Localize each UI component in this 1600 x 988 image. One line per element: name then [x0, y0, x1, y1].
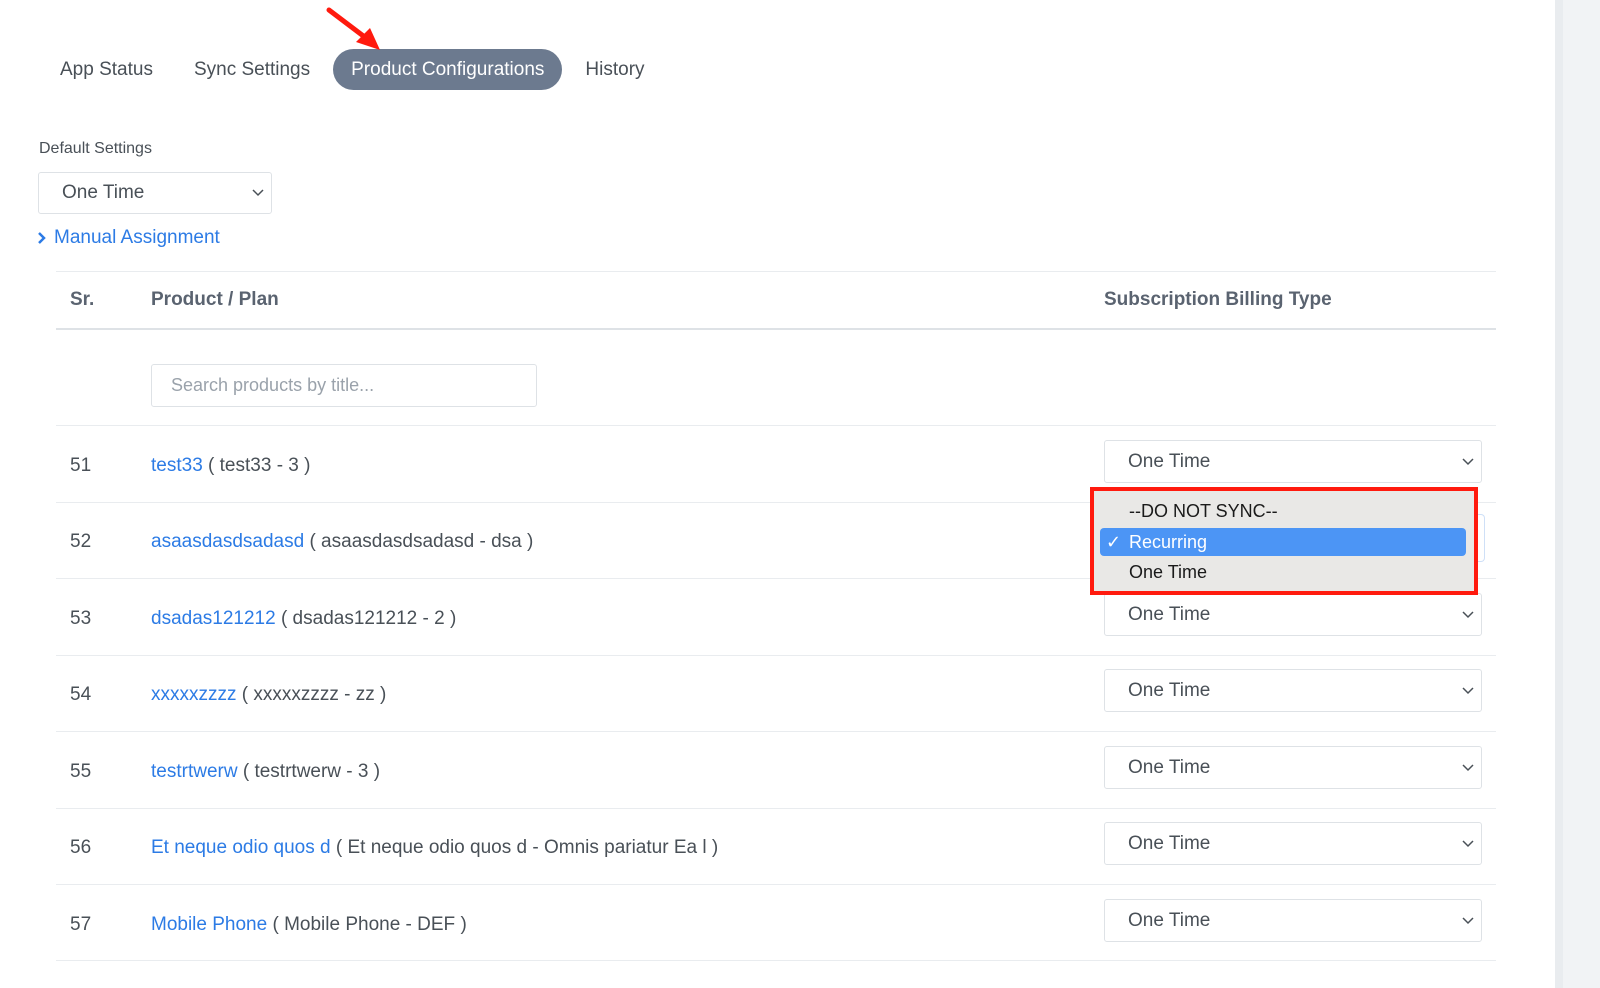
chevron-down-icon [1461, 761, 1475, 775]
product-link[interactable]: Mobile Phone [151, 914, 267, 935]
option-recurring[interactable]: ✓ Recurring [1100, 528, 1466, 556]
row-sr: 56 [70, 837, 92, 858]
billing-type-dropdown-menu: --DO NOT SYNC-- ✓ Recurring One Time [1090, 487, 1478, 595]
row-divider [56, 731, 1496, 732]
chevron-down-icon [1461, 914, 1475, 928]
header-billing-type: Subscription Billing Type [1104, 289, 1332, 310]
billing-type-select[interactable]: One Time [1104, 669, 1482, 712]
row-divider [56, 960, 1496, 961]
header-sr: Sr. [70, 289, 95, 310]
default-settings-select[interactable]: One Time [38, 172, 272, 214]
billing-type-select-focused[interactable] [1478, 514, 1485, 562]
chevron-down-icon [1461, 684, 1475, 698]
row-product: Et neque odio quos d ( Et neque odio quo… [151, 837, 718, 859]
tab-history[interactable]: History [567, 49, 662, 90]
tab-app-status[interactable]: App Status [42, 49, 171, 90]
row-product: Mobile Phone ( Mobile Phone - DEF ) [151, 914, 467, 936]
billing-type-select[interactable]: One Time [1104, 746, 1482, 789]
billing-type-select[interactable]: One Time [1104, 440, 1482, 483]
product-link[interactable]: test33 [151, 455, 203, 476]
billing-type-select[interactable]: One Time [1104, 822, 1482, 865]
scroll-track[interactable] [1563, 0, 1600, 988]
row-sr: 53 [70, 608, 92, 629]
table-top-divider [56, 271, 1496, 272]
row-divider [56, 425, 1496, 426]
option-one-time[interactable]: One Time [1100, 558, 1466, 586]
billing-type-value: One Time [1128, 679, 1211, 701]
chevron-down-icon [1461, 608, 1475, 622]
manual-assignment-toggle[interactable]: Manual Assignment [37, 227, 220, 249]
page-scroll-gutter [1555, 0, 1600, 988]
billing-type-select[interactable]: One Time [1104, 593, 1482, 636]
chevron-down-icon [1461, 837, 1475, 851]
row-product: dsadas121212 ( dsadas121212 - 2 ) [151, 608, 456, 630]
checkmark-icon: ✓ [1106, 532, 1122, 552]
row-divider [56, 808, 1496, 809]
billing-type-value: One Time [1128, 909, 1211, 931]
option-recurring-label: Recurring [1129, 532, 1208, 552]
billing-type-value: One Time [1128, 450, 1211, 472]
row-product: test33 ( test33 - 3 ) [151, 455, 310, 477]
product-detail: ( dsadas121212 - 2 ) [280, 608, 457, 629]
product-link[interactable]: asaasdasdsadasd [151, 531, 304, 552]
row-sr: 51 [70, 455, 92, 476]
row-product: asaasdasdsadasd ( asaasdasdsadasd - dsa … [151, 531, 533, 553]
tab-sync-settings[interactable]: Sync Settings [176, 49, 328, 90]
product-detail: ( asaasdasdsadasd - dsa ) [309, 531, 534, 552]
product-link[interactable]: testrtwerw [151, 761, 238, 782]
product-link[interactable]: dsadas121212 [151, 608, 276, 629]
search-input[interactable] [151, 364, 537, 407]
row-sr: 57 [70, 914, 92, 935]
billing-type-select[interactable]: One Time [1104, 899, 1482, 942]
header-product-plan: Product / Plan [151, 289, 279, 310]
annotation-arrow-icon [326, 7, 380, 50]
product-link[interactable]: xxxxxzzzz [151, 684, 237, 705]
product-detail: ( testrtwerw - 3 ) [242, 761, 381, 782]
row-sr: 52 [70, 531, 92, 552]
product-link[interactable]: Et neque odio quos d [151, 837, 331, 858]
product-detail: ( Mobile Phone - DEF ) [272, 914, 467, 935]
product-detail: ( Et neque odio quos d - Omnis pariatur … [335, 837, 719, 858]
product-detail: ( test33 - 3 ) [208, 455, 311, 476]
default-settings-value: One Time [62, 182, 145, 203]
product-detail: ( xxxxxzzzz - zz ) [241, 684, 387, 705]
billing-type-value: One Time [1128, 603, 1211, 625]
chevron-down-icon [251, 186, 265, 200]
row-sr: 55 [70, 761, 92, 782]
row-divider [56, 884, 1496, 885]
row-product: testrtwerw ( testrtwerw - 3 ) [151, 761, 380, 783]
chevron-down-icon [1461, 455, 1475, 469]
option-do-not-sync[interactable]: --DO NOT SYNC-- [1100, 497, 1466, 525]
row-sr: 54 [70, 684, 92, 705]
billing-type-value: One Time [1128, 832, 1211, 854]
chevron-right-icon [37, 231, 49, 245]
table-header-divider [56, 328, 1496, 330]
row-product: xxxxxzzzz ( xxxxxzzzz - zz ) [151, 684, 386, 706]
row-divider [56, 655, 1496, 656]
manual-assignment-label: Manual Assignment [54, 227, 220, 248]
default-settings-label: Default Settings [39, 140, 152, 157]
billing-type-value: One Time [1128, 756, 1211, 778]
